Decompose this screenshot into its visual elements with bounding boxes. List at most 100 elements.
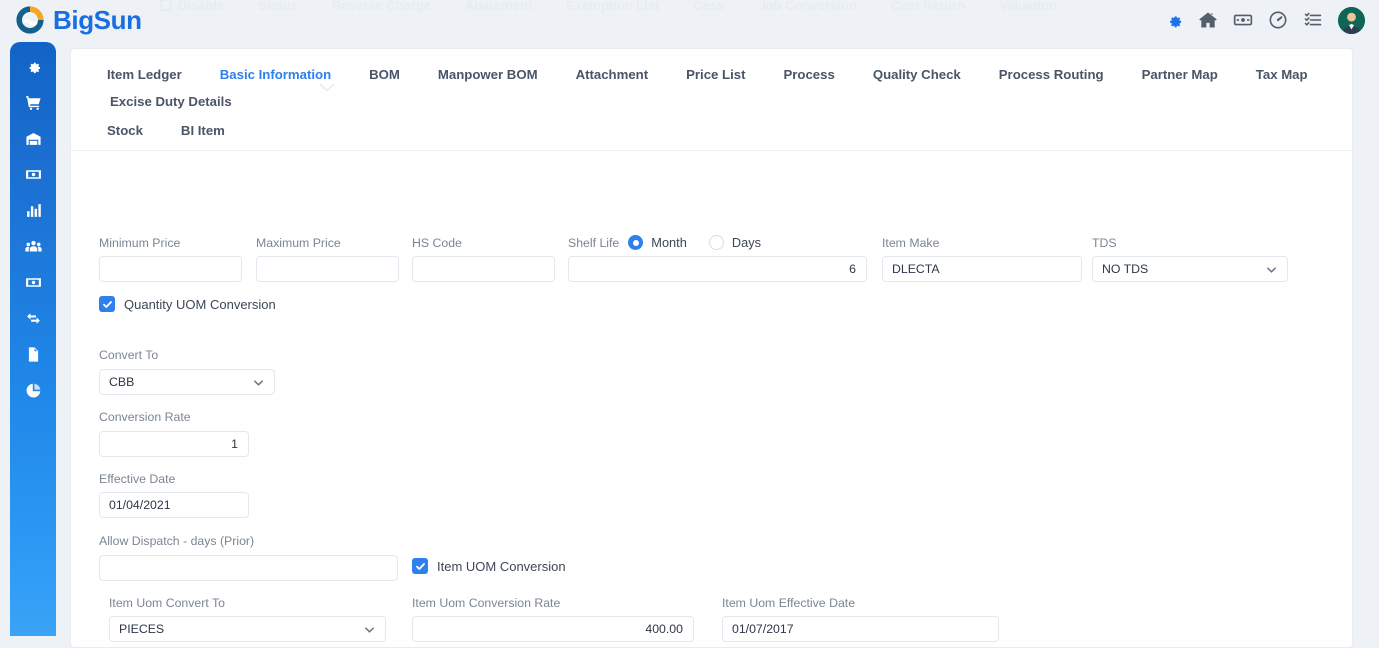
top-bar: Disable Status Reverse Charge Abatement … — [0, 0, 1379, 40]
maximum-price-label: Maximum Price — [256, 236, 341, 250]
item-uom-conversion-checkbox-group[interactable]: Item UOM Conversion — [412, 558, 566, 574]
gear-icon[interactable] — [1166, 12, 1183, 29]
convert-to-select[interactable]: CBB — [99, 369, 275, 395]
tab-quality-check[interactable]: Quality Check — [854, 61, 980, 88]
left-sidebar — [10, 42, 56, 636]
item-uom-conversion-rate-label: Item Uom Conversion Rate — [412, 596, 561, 610]
faint-overflow-menu: Disable Status Reverse Charge Abatement … — [160, 0, 1160, 16]
chevron-down-icon — [319, 83, 335, 92]
tab-process-routing[interactable]: Process Routing — [980, 61, 1123, 88]
hs-code-input[interactable] — [412, 256, 555, 282]
item-uom-convert-to-label: Item Uom Convert To — [109, 596, 225, 610]
quantity-uom-conversion-checkbox-group[interactable]: Quantity UOM Conversion — [99, 296, 276, 312]
item-uom-convert-to-select[interactable]: PIECES — [109, 616, 386, 642]
item-uom-effective-date-label: Item Uom Effective Date — [722, 596, 856, 610]
shelf-life-days-label: Days — [731, 235, 762, 250]
tab-manpower-bom[interactable]: Manpower BOM — [419, 61, 557, 88]
faint-menu-label: Cess — [693, 0, 725, 13]
item-make-label: Item Make — [882, 236, 940, 250]
shelf-life-input[interactable]: 6 — [568, 256, 867, 282]
shelf-life-group: Shelf Life Month Days — [568, 235, 761, 250]
minimum-price-input[interactable] — [99, 256, 242, 282]
tab-partner-map[interactable]: Partner Map — [1123, 61, 1237, 88]
faint-menu-item: Disable — [160, 0, 224, 13]
chevron-down-icon — [365, 626, 374, 633]
tab-attachment[interactable]: Attachment — [557, 61, 668, 88]
money-icon[interactable] — [25, 166, 42, 183]
tds-label: TDS — [1092, 236, 1117, 250]
conversion-rate-input[interactable]: 1 — [99, 431, 249, 457]
check-icon — [102, 300, 112, 308]
tab-stock[interactable]: Stock — [91, 117, 162, 144]
content-card: Item Ledger Basic Information BOM Manpow… — [70, 48, 1353, 648]
cart-icon[interactable] — [25, 94, 42, 111]
shelf-life-days-radio[interactable] — [708, 235, 724, 250]
dashboard-icon[interactable] — [1268, 10, 1288, 30]
effective-date-input[interactable]: 01/04/2021 — [99, 492, 249, 518]
item-uom-conversion-label: Item UOM Conversion — [437, 558, 566, 574]
faint-menu-item: Cost Return — [891, 0, 965, 13]
tab-item-ledger[interactable]: Item Ledger — [91, 61, 201, 88]
pie-chart-icon[interactable] — [25, 382, 42, 399]
file-icon[interactable] — [25, 346, 42, 363]
faint-menu-label: Job Conversion — [758, 0, 857, 13]
convert-to-selected-value: CBB — [109, 375, 135, 389]
tab-row-secondary: Stock BI Item — [71, 117, 1352, 144]
faint-menu-item: Status — [258, 0, 298, 13]
avatar[interactable] — [1338, 6, 1365, 34]
faint-menu-label: Reverse Charge — [331, 0, 431, 13]
maximum-price-input[interactable] — [256, 256, 399, 282]
faint-menu-item: Reverse Charge — [332, 0, 431, 13]
item-make-input[interactable]: DLECTA — [882, 256, 1082, 282]
item-uom-convert-to-selected-value: PIECES — [119, 622, 165, 636]
allow-dispatch-input[interactable] — [99, 555, 398, 581]
faint-menu-item: Cess — [693, 0, 724, 13]
chevron-down-icon — [1267, 266, 1276, 273]
tab-excise-duty-details[interactable]: Excise Duty Details — [91, 88, 251, 115]
tab-process[interactable]: Process — [764, 61, 853, 88]
home-icon[interactable] — [1198, 10, 1218, 30]
faint-menu-item: Job Conversion — [758, 0, 856, 13]
faint-menu-label: Valuation — [999, 0, 1057, 13]
effective-date-label: Effective Date — [99, 472, 176, 486]
faint-menu-label: Status — [258, 0, 298, 13]
quantity-uom-conversion-checkbox[interactable] — [99, 296, 115, 312]
faint-menu-item: Abatement — [465, 0, 532, 13]
item-uom-effective-date-input[interactable]: 01/07/2017 — [722, 616, 999, 642]
tab-tax-map[interactable]: Tax Map — [1237, 61, 1327, 88]
faint-menu-item: Exemption List — [566, 0, 659, 13]
tab-bom[interactable]: BOM — [350, 61, 419, 88]
tab-price-list[interactable]: Price List — [667, 61, 764, 88]
shelf-life-label: Shelf Life — [568, 235, 620, 250]
tab-strip: Item Ledger Basic Information BOM Manpow… — [71, 49, 1352, 151]
exchange-icon[interactable] — [25, 310, 42, 327]
warehouse-icon[interactable] — [25, 130, 42, 147]
card-icon[interactable] — [1233, 10, 1253, 30]
shelf-life-month-radio[interactable] — [628, 235, 644, 250]
faint-menu-label: Exemption List — [566, 0, 660, 13]
faint-menu-label: Abatement — [464, 0, 533, 13]
faint-menu-label: Cost Return — [890, 0, 966, 13]
minimum-price-label: Minimum Price — [99, 236, 181, 250]
bigsun-logo-icon — [16, 6, 44, 34]
basic-information-form: Minimum Price Maximum Price HS Code Shel… — [71, 151, 1352, 647]
checkbox-icon — [160, 0, 172, 11]
shelf-life-month-label: Month — [651, 235, 687, 250]
brand-logo-area[interactable]: BigSun — [14, 0, 142, 40]
tds-selected-value: NO TDS — [1102, 262, 1149, 276]
gear-icon[interactable] — [25, 58, 42, 75]
check-icon — [415, 562, 425, 570]
tab-row-primary: Item Ledger Basic Information BOM Manpow… — [71, 61, 1352, 115]
item-uom-conversion-rate-input[interactable]: 400.00 — [412, 616, 694, 642]
chart-bar-icon[interactable] — [25, 202, 42, 219]
item-uom-conversion-checkbox[interactable] — [412, 558, 428, 574]
tab-bi-item[interactable]: BI Item — [162, 117, 244, 144]
cash-icon[interactable] — [25, 274, 42, 291]
users-icon[interactable] — [24, 238, 42, 255]
faint-menu-item: Valuation — [999, 0, 1057, 13]
brand-name: BigSun — [53, 5, 142, 35]
hs-code-label: HS Code — [412, 236, 462, 250]
tds-select[interactable]: NO TDS — [1092, 256, 1288, 282]
faint-menu-label: Disable — [178, 0, 225, 13]
list-icon[interactable] — [1303, 10, 1323, 30]
